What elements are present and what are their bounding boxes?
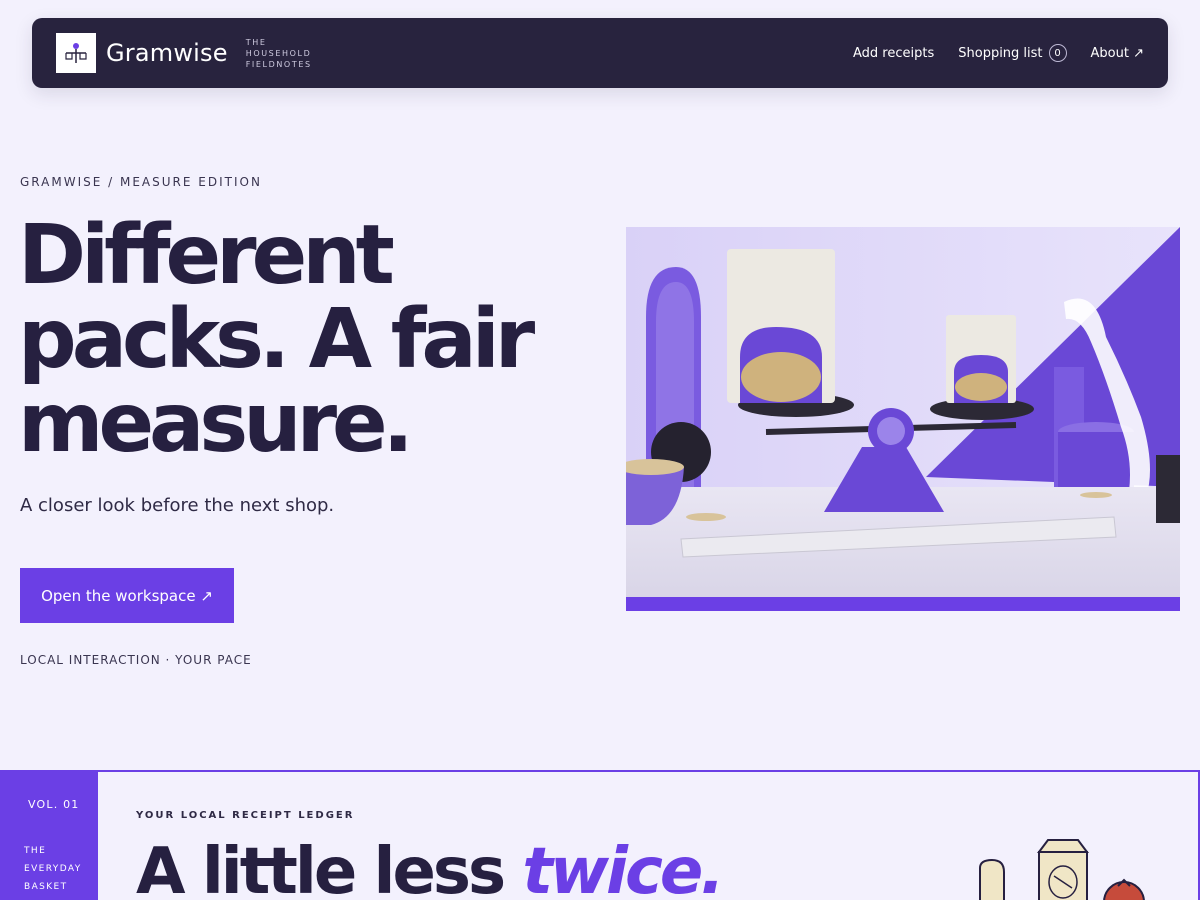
volume-strip: VOL. 01 THE EVERYDAY BASKET	[2, 772, 98, 900]
brand-name[interactable]: Gramwise	[106, 39, 228, 67]
shopping-list-label: Shopping list	[958, 45, 1043, 61]
hero-title-line: measure.	[18, 376, 414, 471]
brand-tagline: THE HOUSEHOLD FIELDNOTES	[246, 37, 312, 70]
volume-label-line: EVERYDAY	[24, 864, 82, 874]
hero-footnote: LOCAL INTERACTION · YOUR PACE	[20, 653, 252, 667]
hero-title: Different packs. A fair measure.	[18, 214, 578, 466]
volume-number: VOL. 01	[28, 798, 80, 811]
grocery-illustration	[979, 839, 1145, 900]
volume-label-line: BASKET	[24, 882, 68, 892]
section-title-plain: A little less	[136, 835, 523, 900]
tagline-line: HOUSEHOLD	[245, 48, 312, 58]
hero-title-line: packs. A fair	[18, 292, 535, 387]
nav-links: Add receipts Shopping list 0 About ↗	[853, 44, 1144, 62]
tagline-line: THE	[245, 37, 267, 47]
section-kicker: YOUR LOCAL RECEIPT LEDGER	[136, 810, 355, 821]
shopping-list-link[interactable]: Shopping list 0	[958, 44, 1067, 62]
balance-scale-icon[interactable]	[56, 33, 96, 73]
volume-label: THE EVERYDAY BASKET	[24, 842, 82, 896]
hero-kicker: GRAMWISE / MEASURE EDITION	[20, 175, 262, 189]
add-receipts-link[interactable]: Add receipts	[853, 46, 934, 61]
section-title-accent: twice.	[522, 835, 724, 900]
shopping-count-badge: 0	[1048, 44, 1067, 62]
receipt-ledger-section: VOL. 01 THE EVERYDAY BASKET YOUR LOCAL R…	[0, 770, 1200, 900]
hero-title-line: Different	[18, 208, 395, 303]
about-link[interactable]: About ↗	[1091, 46, 1144, 61]
hero-image-scale-photo	[626, 227, 1180, 611]
open-workspace-button[interactable]: Open the workspace ↗	[20, 568, 234, 623]
volume-label-line: THE	[24, 846, 47, 856]
hero-subtitle: A closer look before the next shop.	[20, 495, 335, 516]
tagline-line: FIELDNOTES	[245, 59, 312, 69]
section-title: A little less twice.	[136, 834, 725, 900]
top-navigation: Gramwise THE HOUSEHOLD FIELDNOTES Add re…	[32, 18, 1168, 88]
